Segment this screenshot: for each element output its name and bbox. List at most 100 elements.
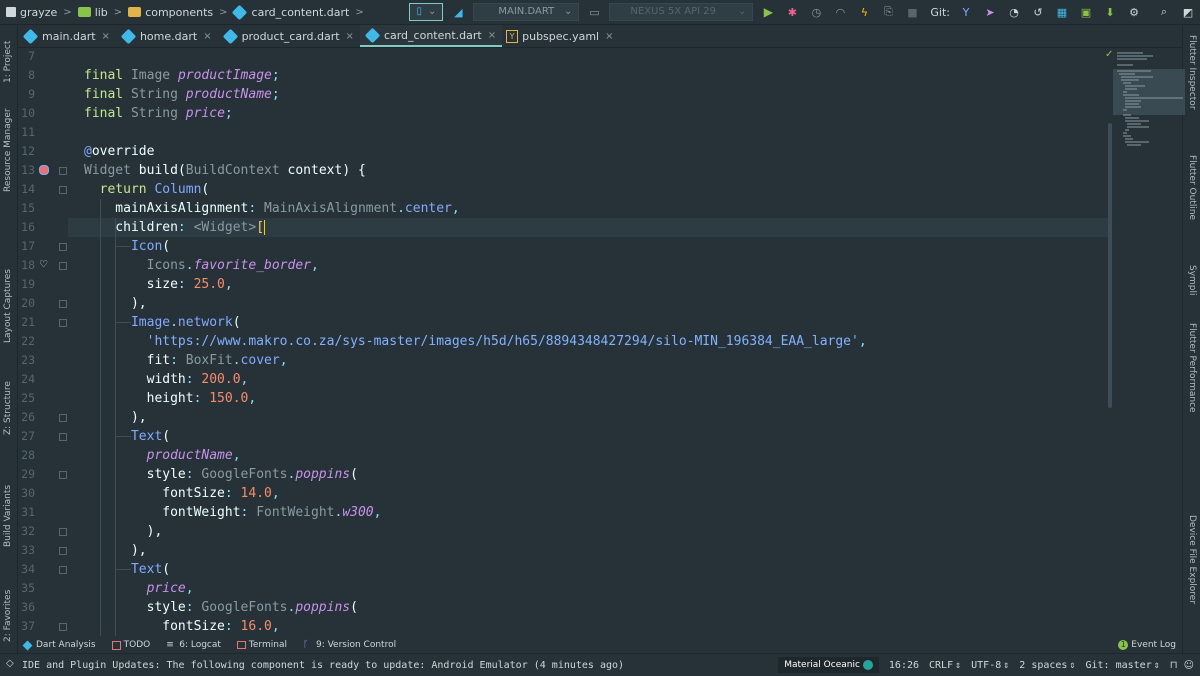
fold-marker[interactable] bbox=[59, 623, 67, 631]
breadcrumb-components[interactable]: components bbox=[145, 6, 213, 19]
fold-marker[interactable] bbox=[59, 433, 67, 441]
breadcrumb-file[interactable]: card_content.dart bbox=[252, 6, 350, 19]
code-line[interactable]: fontWeight: FontWeight.w300, bbox=[68, 503, 1108, 522]
fold-marker[interactable] bbox=[59, 167, 67, 175]
code-line[interactable]: productName, bbox=[68, 446, 1108, 465]
code-line[interactable]: style: GoogleFonts.poppins( bbox=[68, 598, 1108, 617]
code-line[interactable]: 'https://www.makro.co.za/sys-master/imag… bbox=[68, 332, 1108, 351]
code-line[interactable]: ), bbox=[68, 408, 1108, 427]
code-line[interactable]: return Column( bbox=[68, 180, 1108, 199]
profile-icon[interactable]: ◷ bbox=[808, 4, 824, 20]
code-line[interactable]: final String price; bbox=[68, 104, 1108, 123]
close-icon[interactable]: × bbox=[605, 31, 613, 42]
code-line[interactable]: mainAxisAlignment: MainAxisAlignment.cen… bbox=[68, 199, 1108, 218]
git-branch[interactable]: Git: master ⇕ bbox=[1085, 660, 1159, 671]
project-structure-icon[interactable]: ▦ bbox=[1054, 4, 1070, 20]
tab-main-dart[interactable]: main.dart × bbox=[18, 25, 116, 47]
code-line[interactable]: final Image productImage; bbox=[68, 66, 1108, 85]
fold-marker[interactable] bbox=[59, 414, 67, 422]
fold-marker[interactable] bbox=[59, 566, 67, 574]
git-push-icon[interactable]: ➤ bbox=[982, 4, 998, 20]
code-line[interactable]: @override bbox=[68, 142, 1108, 161]
fold-marker[interactable] bbox=[59, 300, 67, 308]
fold-marker[interactable] bbox=[59, 243, 67, 251]
fold-marker[interactable] bbox=[59, 319, 67, 327]
code-line[interactable]: fit: BoxFit.cover, bbox=[68, 351, 1108, 370]
close-icon[interactable]: × bbox=[203, 31, 211, 42]
code-line[interactable]: price, bbox=[68, 579, 1108, 598]
code-line[interactable]: final String productName; bbox=[68, 85, 1108, 104]
tool-version-control[interactable]: ᚴ 9: Version Control bbox=[303, 640, 396, 650]
history-icon[interactable]: ◔ bbox=[1006, 4, 1022, 20]
notifications-icon[interactable]: ◩ bbox=[1180, 4, 1196, 20]
caret-position[interactable]: 16:26 bbox=[889, 660, 919, 671]
close-icon[interactable]: × bbox=[488, 30, 496, 41]
code-line[interactable]: Text( bbox=[68, 427, 1108, 446]
settings-icon[interactable]: ⚙ bbox=[1126, 4, 1142, 20]
search-icon[interactable]: ⌕ bbox=[1156, 4, 1172, 20]
hot-restart-icon[interactable]: ⎘ bbox=[880, 4, 896, 20]
lock-icon[interactable]: ⊓ bbox=[1170, 660, 1178, 671]
debug-icon[interactable]: ✱ bbox=[784, 4, 800, 20]
code-line[interactable] bbox=[68, 123, 1108, 142]
fold-marker[interactable] bbox=[59, 471, 67, 479]
breadcrumb-project[interactable]: grayze bbox=[20, 6, 57, 19]
code-line[interactable]: Widget build(BuildContext context) { bbox=[68, 161, 1108, 180]
line-separator[interactable]: CRLF ⇕ bbox=[929, 660, 961, 671]
hot-reload-icon[interactable]: ϟ bbox=[856, 4, 872, 20]
tab-home-dart[interactable]: home.dart × bbox=[116, 25, 218, 47]
code-line[interactable] bbox=[68, 47, 1108, 66]
code-line[interactable]: Icon( bbox=[68, 237, 1108, 256]
fold-marker[interactable] bbox=[59, 547, 67, 555]
inspector-icon[interactable]: ☺ bbox=[1184, 660, 1194, 671]
status-message[interactable]: IDE and Plugin Updates: The following co… bbox=[0, 660, 778, 671]
avd-manager-icon[interactable]: ▣ bbox=[1078, 4, 1094, 20]
stop-icon[interactable]: ■ bbox=[904, 4, 920, 20]
override-icon[interactable] bbox=[39, 165, 49, 175]
sdk-manager-icon[interactable]: ⬇ bbox=[1102, 4, 1118, 20]
breadcrumb-lib[interactable]: lib bbox=[95, 6, 108, 19]
device-mode-dropdown[interactable]: ▯ ⌄ bbox=[409, 3, 444, 21]
code-line[interactable]: ), bbox=[68, 522, 1108, 541]
tab-label: main.dart bbox=[42, 29, 96, 43]
indent-setting[interactable]: 2 spaces ⇕ bbox=[1019, 660, 1075, 671]
code-line[interactable]: children: <Widget>[ bbox=[68, 218, 1108, 237]
tab-card-content-dart[interactable]: card_content.dart × bbox=[359, 25, 503, 47]
code-line[interactable]: height: 150.0, bbox=[68, 389, 1108, 408]
fold-marker[interactable] bbox=[59, 186, 67, 194]
code-line[interactable]: fontSize: 16.0, bbox=[68, 617, 1108, 636]
device-label: NEXUS 5X API 29 bbox=[630, 6, 717, 17]
editor-scrollbar[interactable] bbox=[1108, 123, 1112, 408]
code-token: center bbox=[404, 201, 452, 216]
tool-todo[interactable]: TODO bbox=[111, 640, 150, 650]
code-line[interactable]: ), bbox=[68, 294, 1108, 313]
code-line[interactable]: style: GoogleFonts.poppins( bbox=[68, 465, 1108, 484]
code-line[interactable]: Image.network( bbox=[68, 313, 1108, 332]
code-line[interactable]: size: 25.0, bbox=[68, 275, 1108, 294]
code-line[interactable]: Icons.favorite_border, bbox=[68, 256, 1108, 275]
file-encoding[interactable]: UTF-8 ⇕ bbox=[971, 660, 1009, 671]
device-dropdown[interactable]: NEXUS 5X API 29 ⌄ bbox=[609, 3, 754, 21]
fold-marker[interactable] bbox=[59, 262, 67, 270]
tab-pubspec-yaml[interactable]: Ypubspec.yaml × bbox=[502, 25, 619, 47]
theme-switcher[interactable]: Material Oceanic bbox=[778, 657, 879, 673]
tool-dart-analysis[interactable]: Dart Analysis bbox=[22, 640, 96, 650]
tab-product-card-dart[interactable]: product_card.dart × bbox=[218, 25, 360, 47]
rollback-icon[interactable]: ↺ bbox=[1030, 4, 1046, 20]
tool-logcat[interactable]: ≡ 6: Logcat bbox=[166, 640, 221, 650]
tool-event-log[interactable]: 1 Event Log bbox=[1118, 640, 1176, 650]
code-line[interactable]: fontSize: 14.0, bbox=[68, 484, 1108, 503]
tool-terminal[interactable]: Terminal bbox=[236, 640, 287, 650]
git-update-icon[interactable]: Y bbox=[958, 4, 974, 20]
fold-marker[interactable] bbox=[59, 528, 67, 536]
close-icon[interactable]: × bbox=[346, 31, 354, 42]
run-icon[interactable]: ▶ bbox=[760, 4, 776, 20]
code-minimap[interactable]: ✓ bbox=[1105, 49, 1185, 159]
run-config-dropdown[interactable]: MAIN.DART ⌄ bbox=[473, 3, 580, 21]
close-icon[interactable]: × bbox=[102, 31, 110, 42]
code-line[interactable]: ), bbox=[68, 541, 1108, 560]
code-line[interactable]: width: 200.0, bbox=[68, 370, 1108, 389]
attach-icon[interactable]: ◠ bbox=[832, 4, 848, 20]
code-editor[interactable]: final Image productImage; final String pr… bbox=[68, 47, 1108, 637]
code-line[interactable]: Text( bbox=[68, 560, 1108, 579]
